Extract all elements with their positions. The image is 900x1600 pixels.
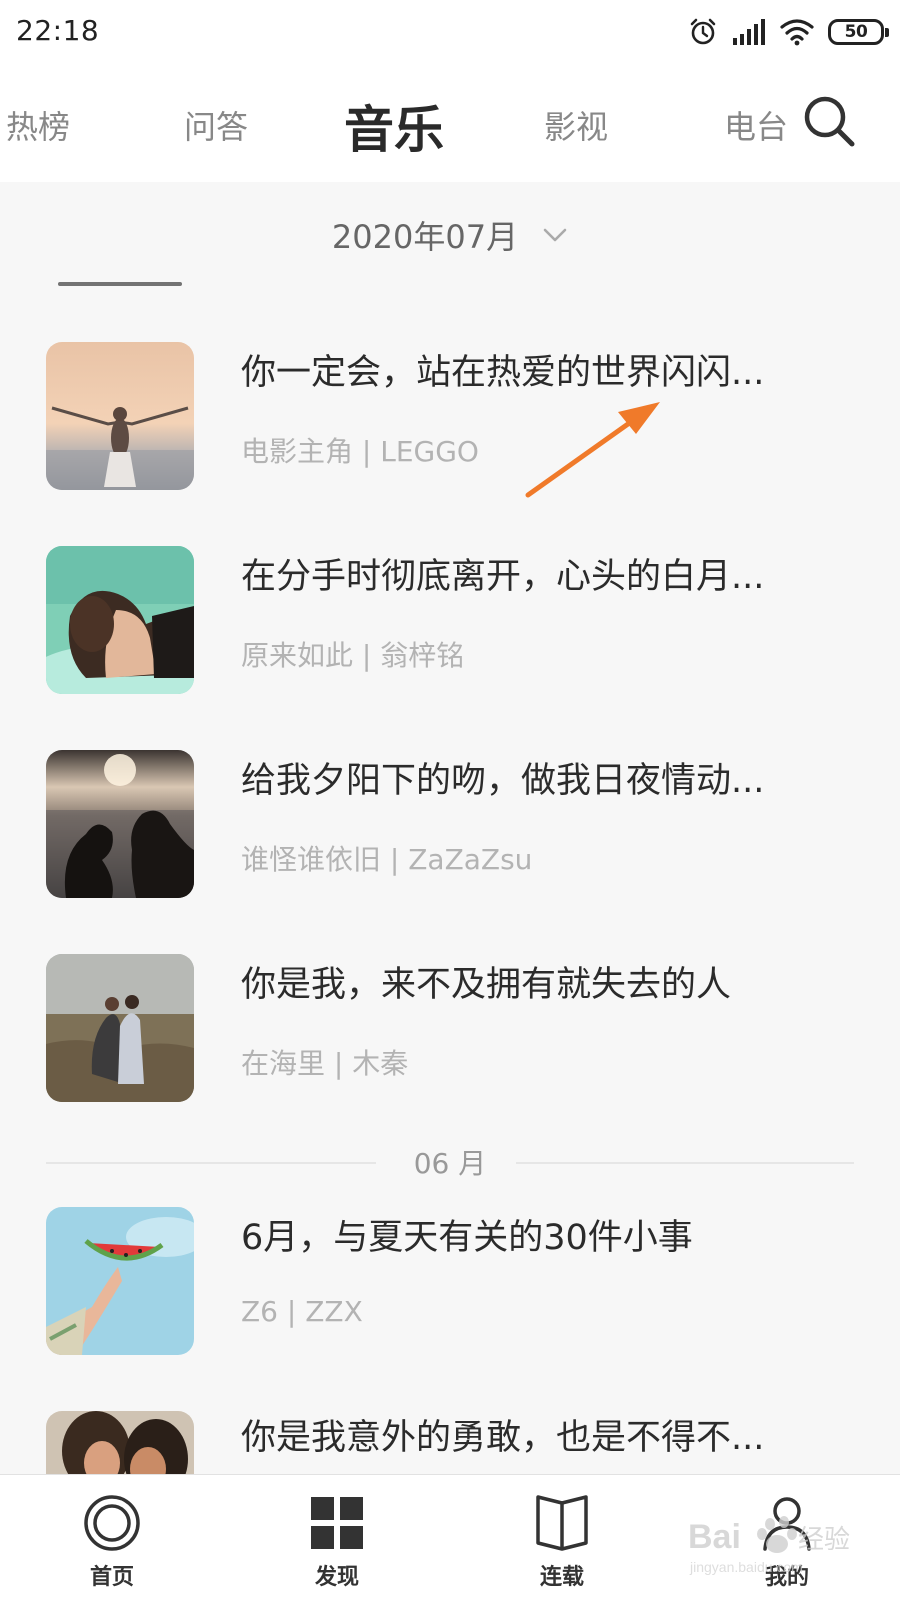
song-title: 在分手时彻底离开，心头的白月... (241, 557, 765, 597)
tab-video[interactable]: 影视 (544, 102, 608, 148)
song-title: 给我夕阳下的吻，做我日夜情动... (241, 761, 765, 801)
song-cover-image (46, 546, 194, 694)
nav-home-label: 首页 (89, 1565, 134, 1590)
grid-icon (311, 1497, 363, 1549)
tab-music[interactable]: 音乐 (344, 90, 444, 162)
song-subtitle: 原来如此 | 翁梓铭 (241, 639, 465, 672)
top-tab-bar: 热榜 问答 音乐 影视 电台 (0, 64, 900, 182)
song-title: 你是我，来不及拥有就失去的人 (241, 965, 732, 1005)
status-icons: 50 (688, 12, 889, 52)
nav-serial-label: 连载 (539, 1565, 584, 1590)
nav-mine[interactable]: 我的 (727, 1493, 847, 1591)
month-picker[interactable]: 2020年07月 (0, 200, 900, 270)
status-bar: 22:18 50 (0, 0, 900, 64)
song-cover-image (46, 1411, 194, 1475)
nav-discover-label: 发现 (314, 1565, 359, 1590)
list-item[interactable]: 你一定会，站在热爱的世界闪闪... 电影主角 | LEGGO (0, 342, 900, 522)
person-icon (763, 1497, 811, 1551)
bottom-navigation: 首页 发现 连载 我的 (0, 1474, 900, 1600)
song-subtitle: 电影主角 | LEGGO (241, 435, 479, 468)
alarm-icon (690, 18, 716, 45)
home-ring-icon (84, 1495, 140, 1551)
tab-radio[interactable]: 电台 (724, 102, 788, 148)
song-cover-image (46, 750, 194, 898)
month-divider: 06 月 (46, 1140, 854, 1186)
list-item[interactable]: 6月，与夏天有关的30件小事 Z6 | ZZX (0, 1207, 900, 1387)
month-picker-label: 2020年07月 (331, 218, 519, 256)
nav-home[interactable]: 首页 (52, 1493, 172, 1591)
search-icon (804, 96, 855, 147)
song-subtitle: Z6 | ZZX (241, 1295, 363, 1328)
song-title: 6月，与夏天有关的30件小事 (241, 1218, 693, 1258)
nav-mine-label: 我的 (764, 1565, 809, 1590)
wifi-icon (780, 19, 814, 46)
tab-qa[interactable]: 问答 (184, 102, 248, 148)
song-cover-image (46, 1207, 194, 1355)
month-divider-label: 06 月 (413, 1147, 487, 1180)
battery-level: 50 (844, 22, 868, 42)
list-item[interactable]: 在分手时彻底离开，心头的白月... 原来如此 | 翁梓铭 (0, 546, 900, 726)
nav-serial[interactable]: 连载 (502, 1493, 622, 1591)
song-title: 你一定会，站在热爱的世界闪闪... (241, 353, 765, 393)
battery-icon: 50 (828, 19, 889, 45)
song-cover-image (46, 954, 194, 1102)
signal-icon (733, 19, 765, 45)
previous-item-peek (58, 282, 182, 286)
song-subtitle: 在海里 | 木秦 (241, 1047, 409, 1080)
song-cover-image (46, 342, 194, 490)
list-item[interactable]: 你是我意外的勇敢，也是不得不... (0, 1411, 900, 1475)
search-button[interactable] (802, 94, 858, 150)
nav-discover[interactable]: 发现 (277, 1493, 397, 1591)
chevron-down-icon (543, 228, 567, 242)
song-subtitle: 谁怪谁依旧 | ZaZaZsu (241, 843, 533, 876)
tab-hot-list[interactable]: 热榜 (6, 102, 70, 148)
list-item[interactable]: 你是我，来不及拥有就失去的人 在海里 | 木秦 (0, 954, 900, 1134)
song-title: 你是我意外的勇敢，也是不得不... (241, 1418, 765, 1458)
list-item[interactable]: 给我夕阳下的吻，做我日夜情动... 谁怪谁依旧 | ZaZaZsu (0, 750, 900, 930)
status-time: 22:18 (16, 14, 100, 47)
book-icon (536, 1495, 588, 1551)
